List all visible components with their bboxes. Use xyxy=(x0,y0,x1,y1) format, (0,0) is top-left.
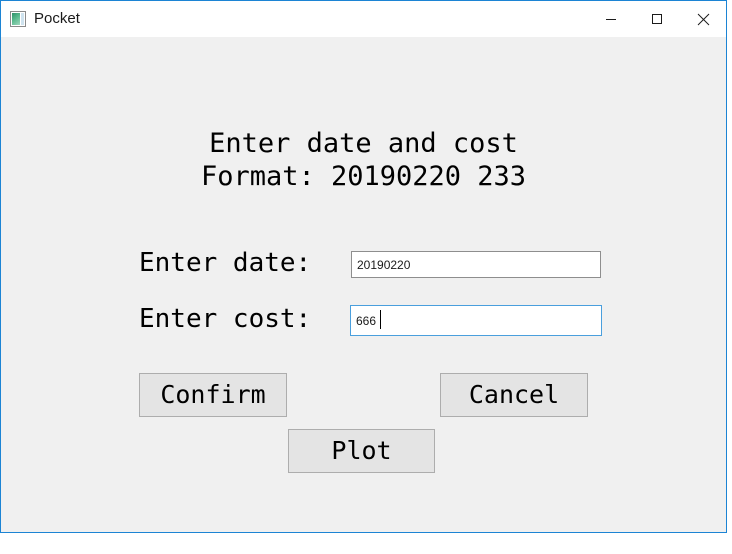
text-caret xyxy=(380,310,381,329)
minimize-icon xyxy=(605,13,617,25)
date-input[interactable] xyxy=(351,251,601,278)
close-button[interactable] xyxy=(680,1,726,37)
window-controls xyxy=(588,1,726,37)
instructions-block: Enter date and cost Format: 20190220 233 xyxy=(1,127,726,193)
plot-button[interactable]: Plot xyxy=(288,429,435,473)
instruction-title: Enter date and cost xyxy=(209,128,518,159)
close-icon xyxy=(697,13,710,26)
cost-field-label: Enter cost: xyxy=(139,304,312,334)
app-image-icon xyxy=(10,11,26,27)
window-title: Pocket xyxy=(34,10,80,27)
minimize-button[interactable] xyxy=(588,1,634,37)
application-window: Pocket Enter date and cost Format: 20190… xyxy=(0,0,727,533)
title-bar[interactable]: Pocket xyxy=(1,1,726,37)
cost-input[interactable] xyxy=(350,305,602,336)
cost-field-row: Enter cost: xyxy=(1,297,726,341)
client-area: Enter date and cost Format: 20190220 233… xyxy=(1,37,726,532)
cancel-button[interactable]: Cancel xyxy=(440,373,588,417)
date-field-row: Enter date: xyxy=(1,241,726,285)
date-field-label: Enter date: xyxy=(139,248,312,278)
instruction-format: Format: 20190220 233 xyxy=(200,161,527,192)
maximize-icon xyxy=(651,13,663,25)
maximize-button[interactable] xyxy=(634,1,680,37)
confirm-button[interactable]: Confirm xyxy=(139,373,287,417)
